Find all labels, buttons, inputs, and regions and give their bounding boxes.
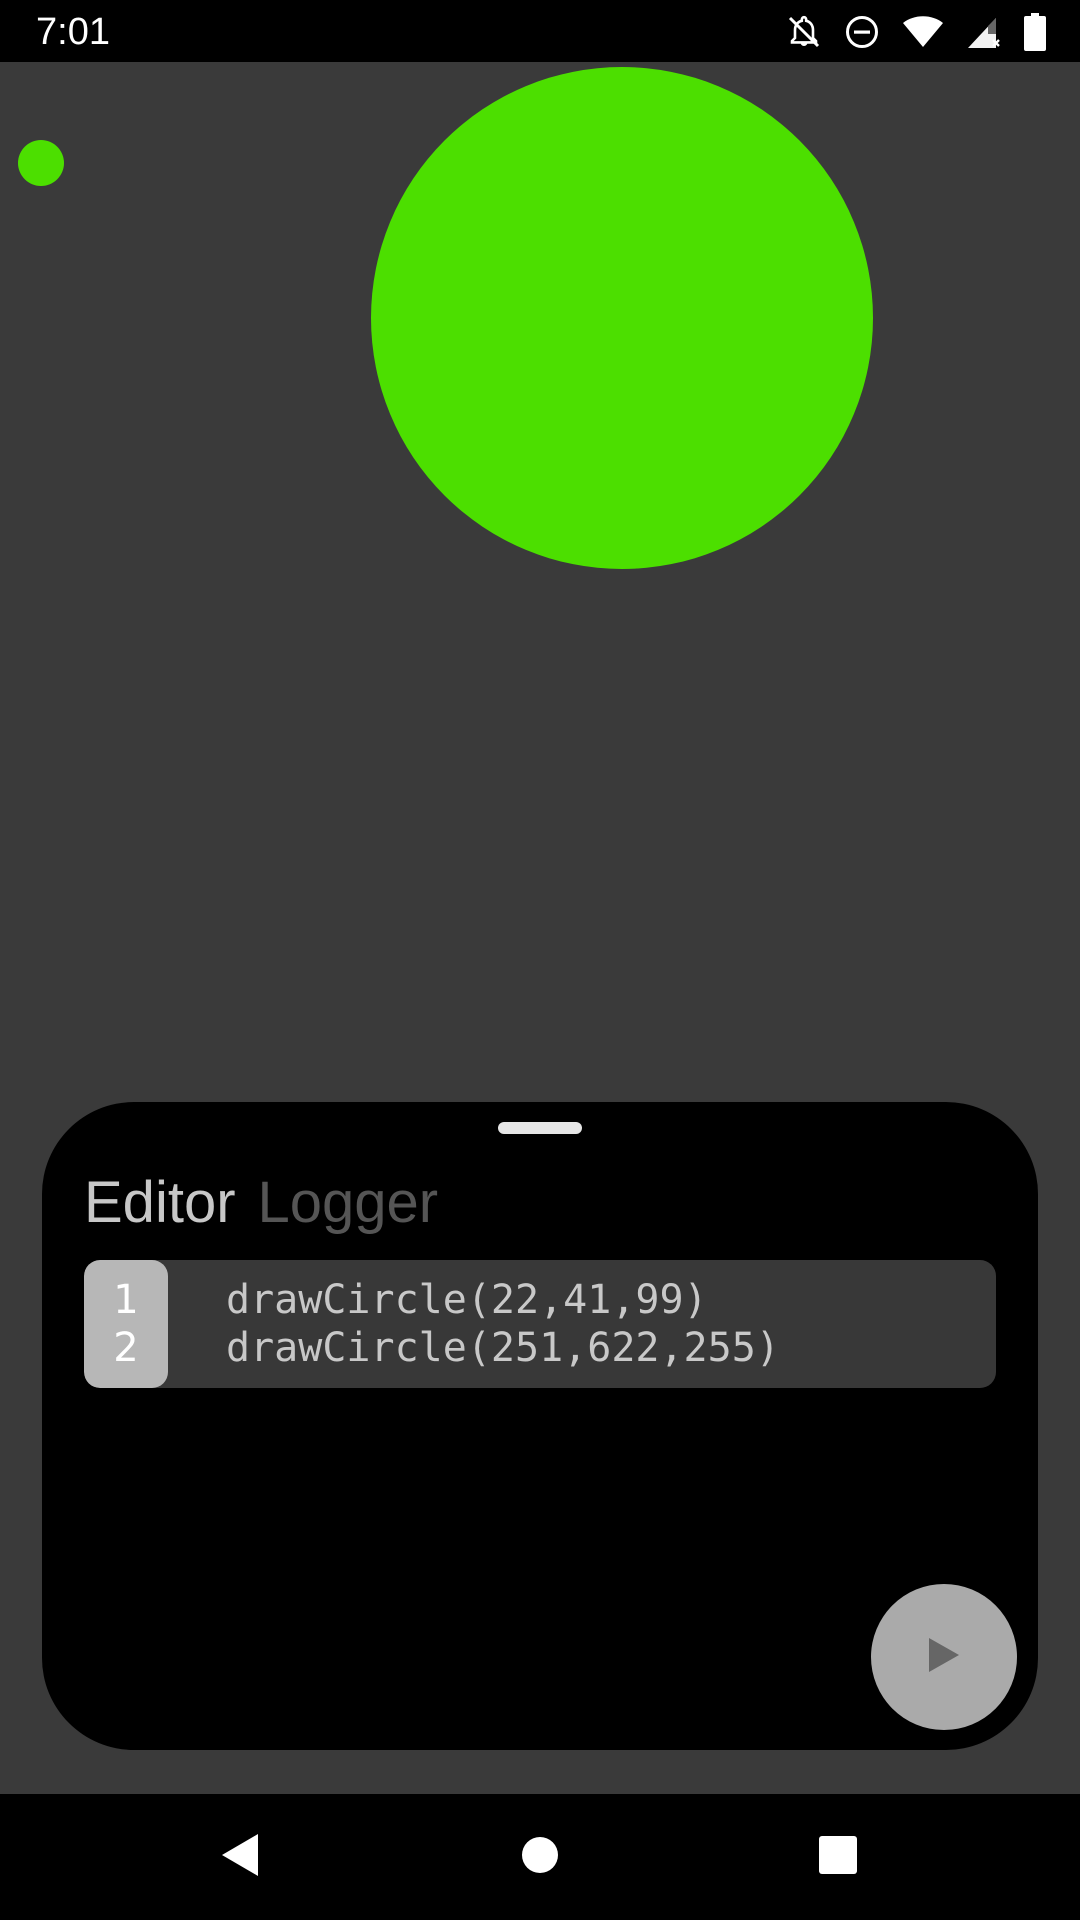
- back-icon: [220, 1832, 260, 1883]
- back-button[interactable]: [180, 1794, 300, 1920]
- recents-button[interactable]: [778, 1794, 898, 1920]
- code-line[interactable]: drawCircle(251,622,255): [226, 1324, 780, 1372]
- notifications-off-icon: [786, 14, 822, 50]
- code-line[interactable]: drawCircle(22,41,99): [226, 1276, 708, 1324]
- line-number: 1: [113, 1277, 139, 1323]
- tab-logger[interactable]: Logger: [258, 1168, 439, 1238]
- do-not-disturb-icon: [844, 14, 880, 50]
- app-screen: 7:01 Editor Logger 1 2 drawCircle(22,41,…: [0, 0, 1080, 1920]
- recents-icon: [818, 1835, 858, 1880]
- tab-editor[interactable]: Editor: [84, 1168, 236, 1238]
- status-icons: [786, 12, 1046, 52]
- battery-icon: [1024, 13, 1046, 51]
- navigation-bar: [0, 1794, 1080, 1920]
- tab-bar: Editor Logger: [84, 1168, 438, 1238]
- line-number: 2: [113, 1325, 139, 1371]
- drag-handle[interactable]: [498, 1122, 582, 1134]
- home-icon: [520, 1835, 560, 1880]
- status-time: 7:01: [36, 11, 110, 53]
- home-button[interactable]: [480, 1794, 600, 1920]
- wifi-icon: [902, 15, 944, 49]
- status-bar: 7:01: [0, 0, 1080, 62]
- signal-icon: [966, 14, 1002, 50]
- run-button[interactable]: [871, 1584, 1017, 1730]
- play-icon: [927, 1636, 961, 1679]
- bottom-sheet: Editor Logger 1 2 drawCircle(22,41,99) d…: [42, 1102, 1038, 1750]
- line-number-gutter: 1 2: [84, 1260, 168, 1388]
- circle-shape: [371, 67, 873, 569]
- code-editor[interactable]: 1 2 drawCircle(22,41,99) drawCircle(251,…: [84, 1260, 996, 1388]
- circle-shape: [18, 140, 64, 186]
